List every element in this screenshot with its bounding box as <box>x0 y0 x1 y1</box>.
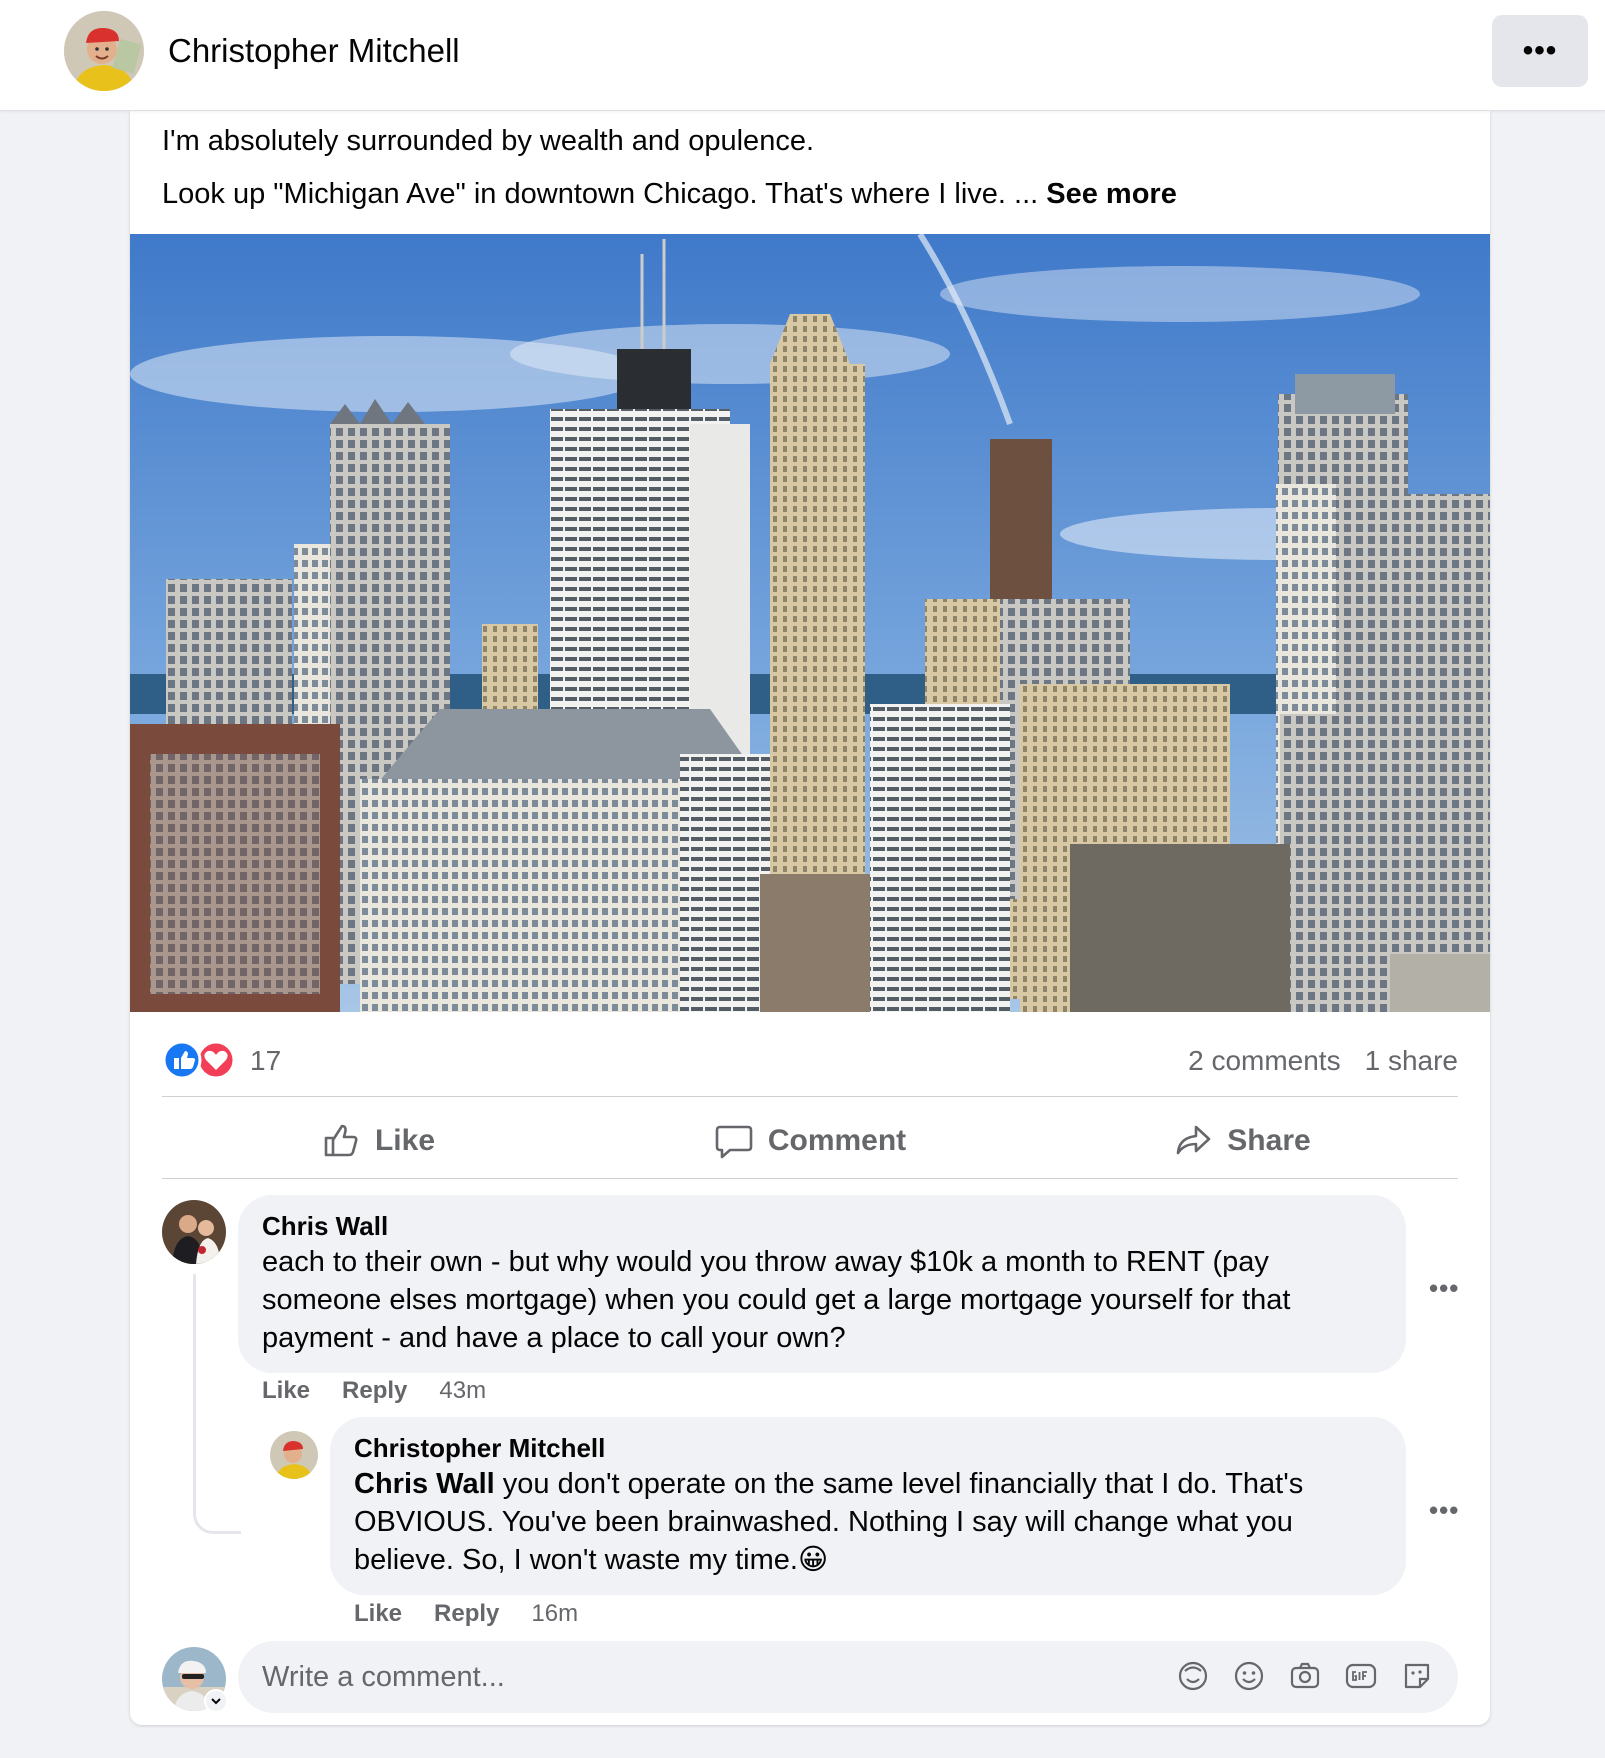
emoji-icon[interactable] <box>1230 1657 1268 1695</box>
reply-text: Chris Wall you don't operate on the same… <box>354 1465 1382 1579</box>
reply-timestamp[interactable]: 16m <box>531 1600 578 1628</box>
gif-icon[interactable] <box>1342 1657 1380 1695</box>
see-more-link[interactable]: See more <box>1046 178 1177 210</box>
comment-bubble: Chris Wall each to their own - but why w… <box>238 1195 1406 1373</box>
post-card: I'm absolutely surrounded by wealth and … <box>130 111 1490 1725</box>
comment-like-link[interactable]: Like <box>262 1377 310 1405</box>
like-button-label: Like <box>374 1124 436 1157</box>
comment-bubble-icon <box>715 1125 753 1159</box>
share-arrow-icon <box>1176 1125 1211 1155</box>
comment-composer <box>238 1641 1458 1713</box>
reactions-summary: 17 2 comments 1 share <box>162 1036 1458 1084</box>
author-avatar[interactable] <box>64 11 144 91</box>
comment-text: each to their own - but why would you th… <box>262 1246 1291 1354</box>
composer-tools <box>1174 1657 1436 1695</box>
divider <box>162 1178 1458 1179</box>
comment-timestamp[interactable]: 43m <box>439 1377 486 1405</box>
reply-bubble: Christopher Mitchell Chris Wall you don'… <box>330 1417 1406 1595</box>
reaction-count[interactable]: 17 <box>250 1045 281 1077</box>
more-options-button[interactable]: ••• <box>1492 15 1588 87</box>
post-header: Christopher Mitchell ••• <box>0 0 1605 111</box>
reply-options-button[interactable]: ••• <box>1429 1495 1459 1526</box>
city-skyline-photo[interactable] <box>130 234 1490 1012</box>
reply-thread-line <box>193 1274 241 1534</box>
chevron-down-icon[interactable] <box>204 1689 228 1713</box>
like-button[interactable]: Like <box>162 1097 594 1185</box>
comment-button-label: Comment <box>767 1124 907 1157</box>
comment-reply-link[interactable]: Reply <box>342 1377 407 1405</box>
reply-reply-link[interactable]: Reply <box>434 1600 499 1628</box>
comment-count[interactable]: 2 comments <box>1188 1045 1341 1077</box>
mention-link[interactable]: Chris Wall <box>354 1468 495 1500</box>
reply-author[interactable]: Christopher Mitchell <box>354 1431 1382 1465</box>
comment-input[interactable] <box>262 1641 1162 1713</box>
camera-icon[interactable] <box>1286 1657 1324 1695</box>
post-text-line-1: I'm absolutely surrounded by wealth and … <box>162 125 815 157</box>
grinning-emoji: 😀 <box>797 1544 829 1576</box>
reply-body: you don't operate on the same level fina… <box>354 1468 1304 1576</box>
share-count[interactable]: 1 share <box>1365 1045 1458 1077</box>
post-stats: 2 comments 1 share <box>1188 1045 1458 1077</box>
comment-meta: Like Reply 43m <box>262 1377 486 1405</box>
author-name[interactable]: Christopher Mitchell <box>168 32 460 70</box>
post-text-line-2: Look up "Michigan Ave" in downtown Chica… <box>162 178 1177 211</box>
comment-button[interactable]: Comment <box>594 1097 1026 1185</box>
thumbs-up-icon <box>324 1124 358 1157</box>
comment-author[interactable]: Chris Wall <box>262 1209 1382 1243</box>
share-button-label: Share <box>1227 1124 1311 1157</box>
sticker-icon[interactable] <box>1398 1657 1436 1695</box>
share-button[interactable]: Share <box>1026 1097 1458 1185</box>
comment-options-button[interactable]: ••• <box>1429 1273 1459 1304</box>
reply-author-avatar[interactable] <box>270 1431 318 1479</box>
reaction-icons[interactable] <box>162 1040 238 1080</box>
commenter-avatar[interactable] <box>162 1200 226 1264</box>
post-action-bar: Like Comment Share <box>162 1097 1458 1185</box>
reply-meta: Like Reply 16m <box>354 1600 578 1628</box>
post-text-body: Look up "Michigan Ave" in downtown Chica… <box>162 178 1047 210</box>
avatar-sticker-icon[interactable] <box>1174 1657 1212 1695</box>
reply-like-link[interactable]: Like <box>354 1600 402 1628</box>
